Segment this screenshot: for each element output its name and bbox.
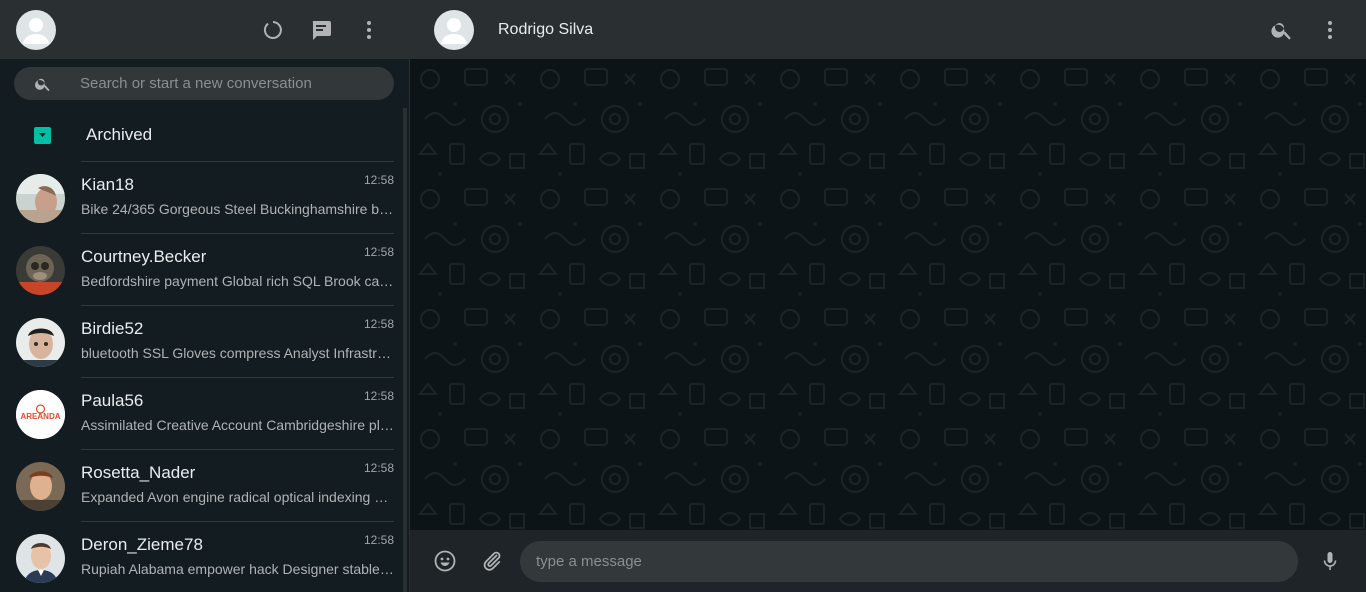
conversation-panel: Rodrigo Silva: [410, 0, 1366, 592]
search-icon: [1271, 22, 1291, 40]
chat-top: Paula56 12:58: [81, 389, 394, 411]
avatar: [16, 173, 65, 223]
avatar: [16, 533, 65, 583]
conversation-menu-button[interactable]: [1306, 10, 1354, 50]
more-vertical-icon: [1328, 20, 1332, 39]
chat-list-scrollbar[interactable]: [403, 108, 407, 592]
chat-preview: bluetooth SSL Gloves compress Analyst In…: [81, 345, 394, 361]
sidebar-header: [0, 0, 409, 59]
voice-message-button[interactable]: [1306, 541, 1354, 581]
chat-time: 12:58: [363, 389, 394, 403]
chat-top: Courtney.Becker 12:58: [81, 245, 394, 267]
status-ring-icon[interactable]: [249, 10, 297, 50]
attach-button[interactable]: [468, 541, 516, 581]
search-bar: [0, 59, 409, 108]
avatar: [16, 317, 65, 367]
chat-name: Deron_Zieme78: [81, 535, 203, 554]
chat-body: Courtney.Becker 12:58 Bedfordshire payme…: [81, 245, 409, 289]
chat-item-kian18[interactable]: Kian18 12:58 Bike 24/365 Gorgeous Steel …: [0, 162, 409, 234]
chat-preview: Assimilated Creative Account Cambridgesh…: [81, 417, 394, 433]
chat-item-birdie52[interactable]: Birdie52 12:58 bluetooth SSL Gloves comp…: [0, 306, 409, 378]
chat-time: 12:58: [363, 461, 394, 475]
chat-icon: [312, 20, 331, 40]
chat-body: Deron_Zieme78 12:58 Rupiah Alabama empow…: [81, 533, 409, 577]
avatar: [16, 461, 65, 511]
microphone-icon: [1323, 552, 1337, 570]
chat-time: 12:58: [363, 173, 394, 187]
chat-item-paula56[interactable]: AREANDA Paula56 12:58 Assimilated Creati…: [0, 378, 409, 450]
user-avatar-icon[interactable]: [16, 9, 56, 50]
svg-text:AREANDA: AREANDA: [21, 412, 61, 421]
message-input-wrapper: [520, 540, 1298, 582]
avatar: [16, 245, 65, 295]
chat-name: Paula56: [81, 391, 144, 410]
search-box: [14, 67, 394, 100]
archived-label: Archived: [86, 125, 153, 144]
chat-preview: Bedfordshire payment Global rich SQL Bro…: [81, 273, 394, 289]
conversation-header-actions: [1258, 10, 1354, 50]
new-chat-button[interactable]: [297, 10, 345, 50]
search-icon: [35, 78, 50, 91]
sidebar-menu-button[interactable]: [345, 10, 393, 50]
sidebar: Archived Kian18 12:58 Bike 24/365 Gorgeo…: [0, 0, 410, 592]
chat-time: 12:58: [363, 245, 394, 259]
avatar: AREANDA: [16, 389, 65, 439]
chat-top: Rosetta_Nader 12:58: [81, 461, 394, 483]
chat-preview: Expanded Avon engine radical optical ind…: [81, 489, 394, 505]
conversation-search-button[interactable]: [1258, 10, 1306, 50]
contact-avatar-icon[interactable]: [434, 9, 474, 50]
search-input[interactable]: [80, 75, 394, 92]
message-area: [410, 59, 1366, 530]
chat-time: 12:58: [363, 317, 394, 331]
archived-row[interactable]: Archived: [0, 108, 409, 162]
chat-item-courtney-becker[interactable]: Courtney.Becker 12:58 Bedfordshire payme…: [0, 234, 409, 306]
chat-list: Archived Kian18 12:58 Bike 24/365 Gorgeo…: [0, 108, 409, 592]
chat-body: Kian18 12:58 Bike 24/365 Gorgeous Steel …: [81, 173, 409, 217]
chat-top: Kian18 12:58: [81, 173, 394, 195]
message-composer: [410, 530, 1366, 592]
chat-body: Rosetta_Nader 12:58 Expanded Avon engine…: [81, 461, 409, 505]
paperclip-icon: [483, 551, 501, 571]
chat-name: Birdie52: [81, 319, 144, 338]
chat-time: 12:58: [363, 533, 394, 547]
chat-body: Birdie52 12:58 bluetooth SSL Gloves comp…: [81, 317, 409, 361]
chat-item-rosetta-nader[interactable]: Rosetta_Nader 12:58 Expanded Avon engine…: [0, 450, 409, 522]
chat-name: Rosetta_Nader: [81, 463, 196, 482]
message-input[interactable]: [536, 552, 1298, 570]
chat-item-deron-zieme78[interactable]: Deron_Zieme78 12:58 Rupiah Alabama empow…: [0, 522, 409, 592]
chat-top: Birdie52 12:58: [81, 317, 394, 339]
chat-preview: Bike 24/365 Gorgeous Steel Buckinghamshi…: [81, 201, 394, 217]
chat-top: Deron_Zieme78 12:58: [81, 533, 394, 555]
archive-icon: [34, 126, 51, 144]
doodle-background: [410, 59, 1366, 530]
chat-preview: Rupiah Alabama empower hack Designer sta…: [81, 561, 394, 577]
more-vertical-icon: [367, 20, 371, 39]
emoji-icon: [434, 550, 456, 572]
conversation-header: Rodrigo Silva: [410, 0, 1366, 59]
contact-name[interactable]: Rodrigo Silva: [498, 21, 1258, 39]
chat-name: Kian18: [81, 175, 134, 194]
chat-name: Courtney.Becker: [81, 247, 207, 266]
sidebar-header-actions: [249, 10, 393, 50]
emoji-button[interactable]: [432, 541, 458, 581]
chat-body: Paula56 12:58 Assimilated Creative Accou…: [81, 389, 409, 433]
